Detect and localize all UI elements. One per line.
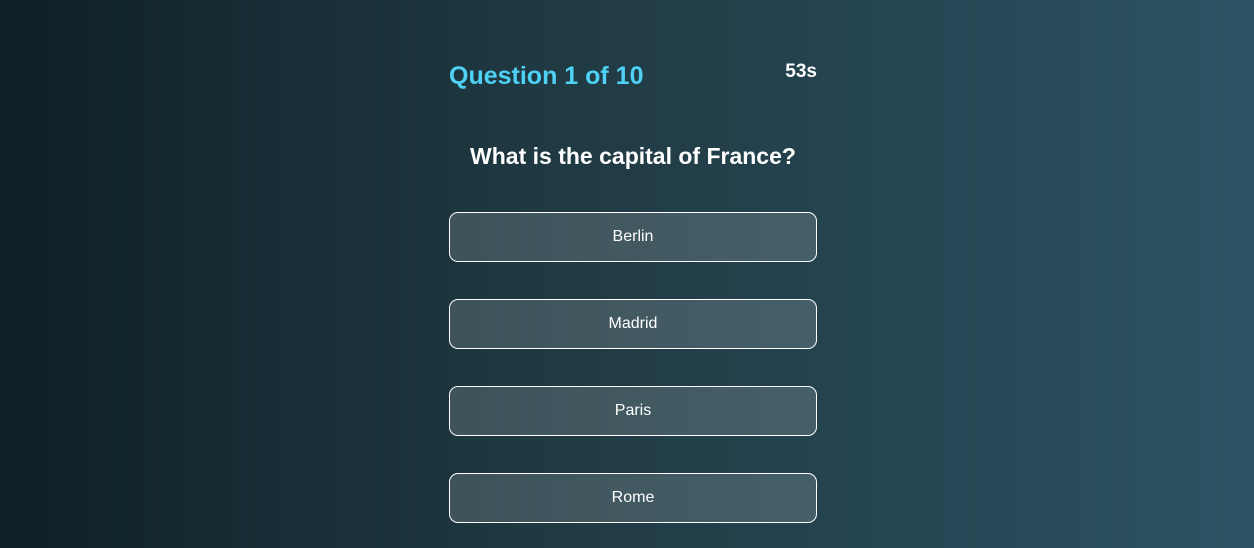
timer: 53s: [785, 61, 817, 82]
quiz-header: Question 1 of 10 53s: [449, 60, 817, 94]
answer-option-paris[interactable]: Paris: [449, 386, 817, 436]
quiz-container: Question 1 of 10 53s What is the capital…: [449, 0, 817, 548]
question-counter: Question 1 of 10: [449, 62, 644, 90]
answer-option-berlin[interactable]: Berlin: [449, 212, 817, 262]
answer-options: Berlin Madrid Paris Rome: [449, 212, 817, 548]
answer-option-madrid[interactable]: Madrid: [449, 299, 817, 349]
answer-option-rome[interactable]: Rome: [449, 473, 817, 523]
question-text: What is the capital of France?: [470, 143, 796, 169]
